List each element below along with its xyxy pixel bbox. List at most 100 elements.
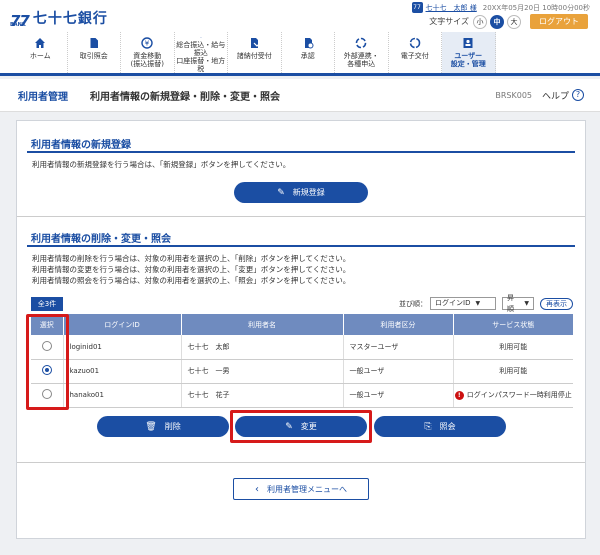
register-description: 利用者情報の新規登録を行う場合は、「新規登録」ボタンを押してください。 [32,160,291,169]
nav-user-management-label: ユーザー 設定・管理 [450,52,486,68]
nav-bulk-transfer[interactable]: 総合振込・給与振込 口座振替・地方税 [175,32,228,73]
card-icon [200,37,202,38]
inquiry-document-icon: ⎘ [424,421,432,432]
font-size-label: 文字サイズ [429,17,469,26]
payment-icon [251,38,260,48]
user-info: 77 七十七 太郎 様 20XX年05月20日 10時00分00秒 [411,2,590,13]
font-size-medium-button[interactable]: 中 [490,14,504,29]
user-name-cell: 七十七 一男 [181,359,344,384]
document-icon [90,38,98,48]
nav-tax-payment-label: 諸納付受付 [236,52,272,60]
list-toolbar: 全3件 並び順： ログインID ▼ 昇順 ▼ 再表示 [31,294,573,313]
nav-approval-label: 承認 [300,52,315,60]
register-heading-underline [27,151,575,153]
chevron-left-icon: ‹ [255,483,259,495]
nav-transaction-inquiry[interactable]: 取引照会 [68,32,121,73]
money-transfer-icon: ¥ [141,37,153,49]
nav-home[interactable]: ホーム [14,32,68,73]
new-register-label: 新規登録 [292,188,325,197]
screen-code: BRSK005 [495,90,532,100]
user-name-link[interactable]: 七十七 太郎 様 [426,3,477,13]
col-service-status: サービス状態 [453,314,573,335]
link-icon [355,37,367,49]
manage-description-delete: 利用者情報の削除を行う場合は、対象の利用者を選択の上、「削除」ボタンを押してくだ… [32,254,351,263]
section-name: 利用者管理 [18,91,68,103]
nav-tax-payment[interactable]: 諸納付受付 [228,32,282,73]
user-badge-icon: 77 [411,2,423,13]
sort-label: 並び順： [399,299,427,308]
sort-order-value: 昇順 [507,293,514,313]
help-icon: ? [572,89,584,101]
warning-icon: ! [454,391,464,400]
sort-key-select[interactable]: ログインID ▼ [430,297,496,310]
nav-bulk-transfer-label: 総合振込・給与振込 口座振替・地方税 [176,41,226,73]
nav-user-management[interactable]: ユーザー 設定・管理 [442,32,496,73]
user-name-cell: 七十七 太郎 [181,335,344,360]
font-size-small-button[interactable]: 小 [473,14,487,29]
nav-transaction-inquiry-label: 取引照会 [79,52,108,60]
login-id-cell: hanako01 [63,383,182,408]
dropdown-arrow-icon: ▼ [475,300,481,307]
table-row[interactable]: loginid01 七十七 太郎 マスターユーザ 利用可能 [31,335,573,360]
service-status-cell: 利用可能 [453,359,573,384]
manage-heading-underline [27,245,575,247]
back-to-menu-button[interactable]: ‹ 利用者管理メニューへ [233,478,369,500]
user-category-cell: マスターユーザ [343,335,454,360]
service-status-cell: 利用可能 [453,335,573,360]
user-management-icon [463,38,473,48]
sort-key-value: ログインID [435,299,471,307]
delete-label: 削除 [164,422,181,431]
service-status-text: ログインパスワード一時利用停止 [466,391,572,399]
header: 77 BANK 七十七銀行 77 七十七 太郎 様 20XX年05月20日 10… [0,0,600,32]
login-time: 20XX年05月20日 10時00分00秒 [482,3,590,12]
record-count-badge: 全3件 [31,297,63,311]
manage-heading: 利用者情報の削除・変更・照会 [31,234,171,245]
register-heading: 利用者情報の新規登録 [31,140,131,151]
title-bar: 利用者管理 利用者情報の新規登録・削除・変更・照会 BRSK005 ヘルプ ? [0,79,600,112]
nav-home-label: ホーム [29,52,51,60]
new-register-button[interactable]: ✎ 新規登録 [234,182,368,203]
bank-name: 七十七銀行 [32,11,108,27]
help-link[interactable]: ヘルプ ? [542,89,584,102]
redisplay-button[interactable]: 再表示 [540,297,573,310]
selection-column-highlight [26,314,69,410]
home-icon [35,38,46,48]
svg-text:¥: ¥ [145,40,150,48]
font-size-large-button[interactable]: 大 [507,14,521,29]
user-name-cell: 七十七 花子 [181,383,344,408]
sort-order-select[interactable]: 昇順 ▼ [502,294,534,313]
approval-icon [304,38,314,49]
bottom-divider [17,462,585,463]
table-row[interactable]: kazuo01 七十七 一男 一般ユーザ 利用可能 [31,359,573,384]
change-button-highlight [230,410,372,443]
user-table: 選択 ログインID 利用者名 利用者区分 サービス状態 loginid01 七十… [31,314,573,408]
back-to-menu-label: 利用者管理メニューへ [267,484,347,494]
manage-description-change: 利用者情報の変更を行う場合は、対象の利用者を選択の上、「変更」ボタンを押してくだ… [32,265,351,274]
nav-approval[interactable]: 承認 [282,32,335,73]
login-id-cell: loginid01 [63,335,182,360]
sort-controls: 並び順： ログインID ▼ 昇順 ▼ 再表示 [399,294,573,313]
main-panel: 利用者情報の新規登録 利用者情報の新規登録を行う場合は、「新規登録」ボタンを押し… [16,120,586,539]
font-size-controls: 文字サイズ 小 中 大 ログアウト [429,14,588,29]
section-divider [17,216,585,217]
page-title: 利用者情報の新規登録・削除・変更・照会 [90,91,280,103]
table-row[interactable]: hanako01 七十七 花子 一般ユーザ ! ログインパスワード一時利用停止 [31,383,573,408]
pencil-icon: ✎ [277,187,285,198]
bank-logo[interactable]: 77 BANK 七十七銀行 [10,8,108,29]
login-id-cell: kazuo01 [63,359,182,384]
nav-external-link[interactable]: 外部連携・ 各種申込 [335,32,389,73]
help-label: ヘルプ [541,91,569,102]
col-user-category: 利用者区分 [343,314,454,335]
delete-button[interactable]: 🗑 削除 [97,416,229,437]
col-login-id: ログインID [63,314,182,335]
user-category-cell: 一般ユーザ [343,359,454,384]
dropdown-arrow-icon: ▼ [524,300,529,307]
nav-money-transfer[interactable]: ¥ 資金移動 (振込振替) [121,32,175,73]
table-header-row: 選択 ログインID 利用者名 利用者区分 サービス状態 [31,314,573,335]
logout-button[interactable]: ログアウト [530,14,588,29]
nav-money-transfer-label: 資金移動 (振込振替) [130,52,164,68]
nav-electronic-delivery[interactable]: 電子交付 [389,32,442,73]
manage-description-inquiry: 利用者情報の照会を行う場合は、対象の利用者を選択の上、「照会」ボタンを押してくだ… [32,276,351,285]
inquiry-button[interactable]: ⎘ 照会 [374,416,506,437]
nav-electronic-delivery-label: 電子交付 [400,52,429,60]
